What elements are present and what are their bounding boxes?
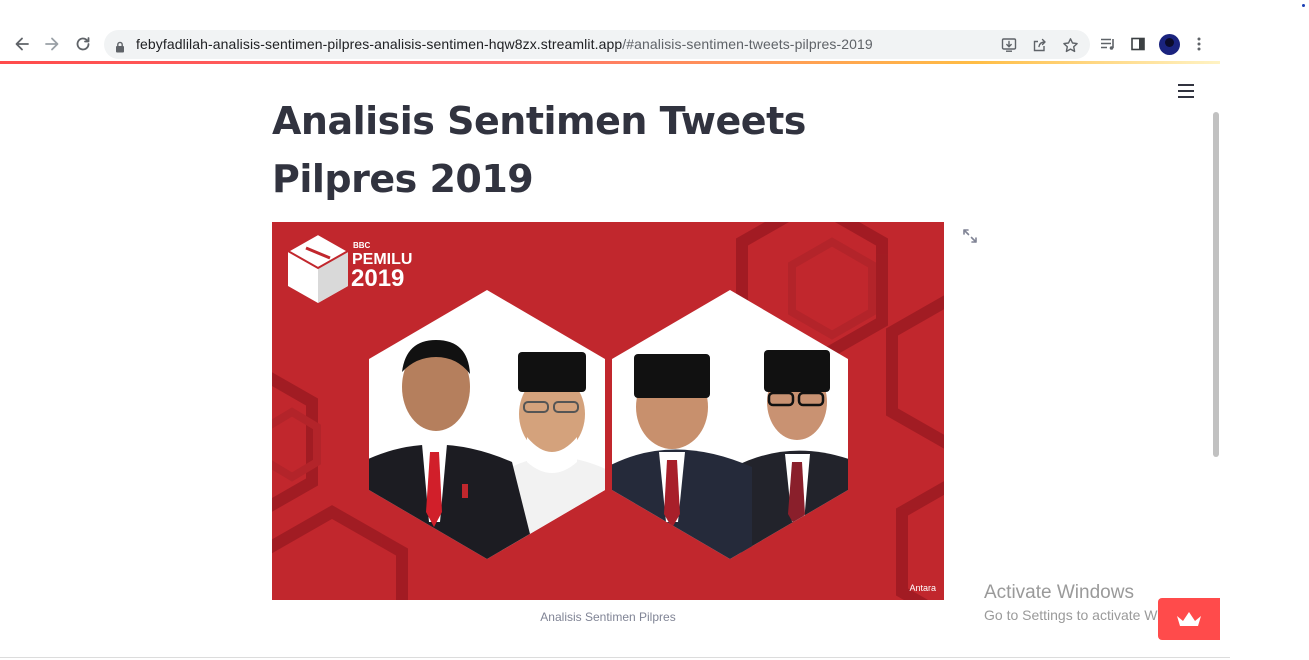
url-path: /#analisis-sentimen-tweets-pilpres-2019 [622,36,873,52]
window-bottom-edge [0,657,1230,658]
pemilu-year-label: 2019 [351,265,404,292]
fullscreen-expand-icon[interactable] [962,228,978,244]
url-host: febyfadlilah-analisis-sentimen-pilpres-a… [136,36,623,52]
reload-icon[interactable] [71,32,95,56]
back-icon[interactable] [10,32,34,56]
photo-credit: Antara [909,583,936,593]
streamlit-crown-icon [1177,612,1201,626]
url-text[interactable]: febyfadlilah-analisis-sentimen-pilpres-a… [136,36,873,52]
browser-toolbar: febyfadlilah-analisis-sentimen-pilpres-a… [0,0,1220,62]
candidate-pair-01-photo [369,290,605,559]
media-queue-icon[interactable] [1096,32,1120,56]
profile-avatar[interactable] [1159,34,1180,55]
ballot-box-logo [285,232,351,303]
streamlit-badge-button[interactable] [1158,598,1220,640]
bookmark-star-icon[interactable] [1060,35,1080,55]
forward-icon[interactable] [40,32,64,56]
image-caption: Analisis Sentimen Pilpres [540,610,676,624]
address-bar[interactable]: febyfadlilah-analisis-sentimen-pilpres-a… [104,30,1090,59]
page-title: Analisis Sentimen Tweets Pilpres 2019 [272,99,806,201]
pemilu-banner-image: BBC PEMILU 2019 Antara [272,222,944,600]
install-app-icon[interactable] [999,35,1019,55]
more-menu-icon[interactable] [1187,32,1211,56]
corner-indicator [1302,4,1305,7]
side-panel-icon[interactable] [1126,32,1150,56]
share-icon[interactable] [1030,35,1050,55]
streamlit-app-page: Analisis Sentimen Tweets Pilpres 2019 BB… [0,64,1220,660]
lock-icon[interactable] [115,38,125,57]
main-menu-icon[interactable] [1178,84,1194,98]
vertical-scrollbar[interactable] [1213,112,1219,457]
bbc-label: BBC [353,241,371,250]
